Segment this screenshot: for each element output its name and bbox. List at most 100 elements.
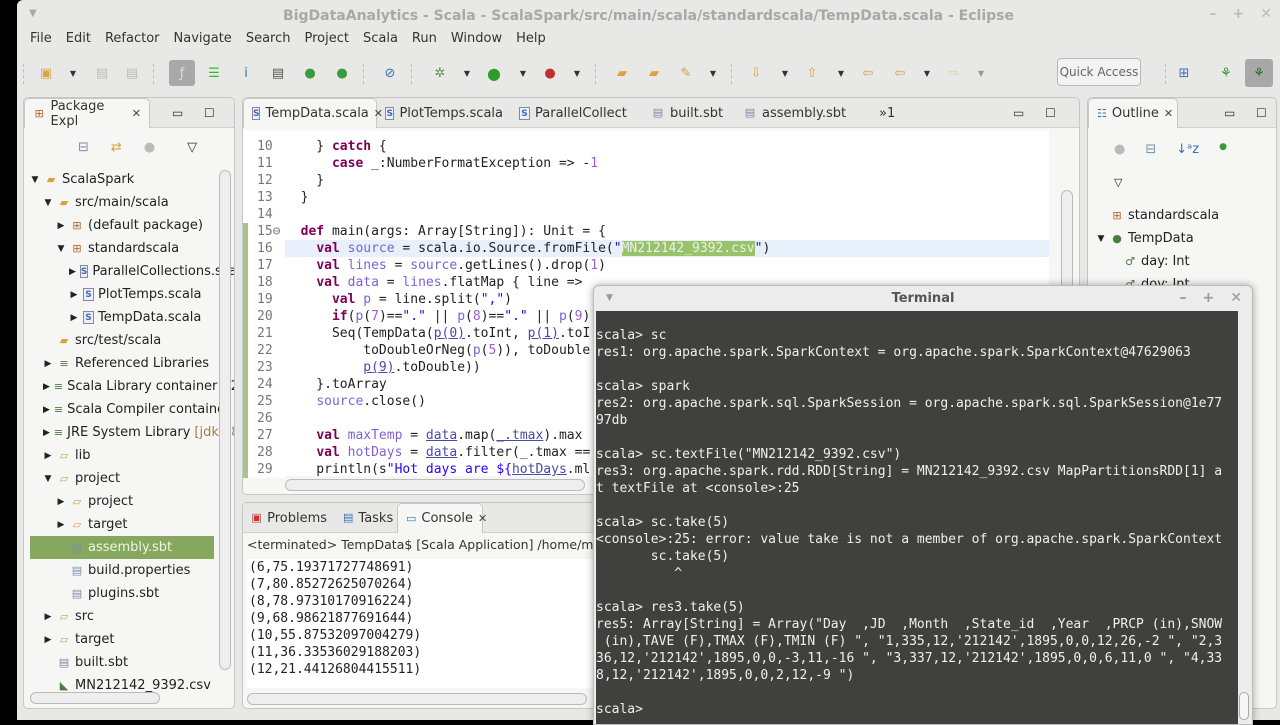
new-dropdown-icon[interactable]: ▼: [67, 62, 79, 84]
tab-outline[interactable]: ☷ Outline ✕: [1088, 98, 1178, 128]
run-scala-icon[interactable]: ●: [299, 62, 321, 84]
menu-navigate[interactable]: Navigate: [167, 28, 239, 50]
tree-item[interactable]: ▤ built.sbt: [30, 651, 214, 674]
menu-project[interactable]: Project: [297, 28, 355, 50]
external-tools-icon[interactable]: ●: [539, 62, 561, 84]
open-perspective-icon[interactable]: ⊞: [1173, 62, 1195, 84]
back-icon[interactable]: ⇦: [889, 62, 911, 84]
collapsed-arrow-icon[interactable]: ▶: [43, 635, 53, 645]
code-line[interactable]: 17 val lines = source.getLines().drop(1): [243, 257, 1049, 274]
tree-item[interactable]: ▼ ▰ src/main/scala: [30, 191, 214, 214]
tree-item[interactable]: ⊞ standardscala: [1096, 204, 1256, 227]
close-icon[interactable]: ✕: [132, 107, 141, 120]
java-perspective-icon[interactable]: ⚘: [1215, 62, 1237, 84]
close-icon[interactable]: ✕: [1164, 107, 1173, 120]
collapsed-arrow-icon[interactable]: ▶: [69, 290, 79, 300]
maximize-icon[interactable]: ☐: [204, 106, 215, 120]
minimize-button[interactable]: –: [1210, 6, 1217, 22]
editor-maximize-icon[interactable]: ☐: [1045, 106, 1056, 120]
minimize-icon[interactable]: ▭: [172, 106, 183, 120]
toggle-block-icon[interactable]: ☰: [203, 62, 225, 84]
tree-item[interactable]: ▶ ▱ target: [30, 628, 214, 651]
tab-problems[interactable]: ▣ Problems: [243, 503, 335, 533]
expanded-arrow-icon[interactable]: ▼: [43, 198, 53, 208]
tab-package-explorer[interactable]: ⊞ Package Expl ✕: [24, 98, 150, 129]
external-tools-dropdown-icon[interactable]: ▼: [571, 62, 583, 84]
tree-item[interactable]: ▶ ▱ src: [30, 605, 214, 628]
tree-item[interactable]: ▶ ≡ Scala Compiler container [: [30, 398, 234, 421]
more-tabs-button[interactable]: »1: [871, 98, 903, 128]
tree-item[interactable]: ▼ ⊞ standardscala: [30, 237, 214, 260]
view-menu-icon[interactable]: ▽: [1114, 176, 1122, 189]
hide-non-public-icon[interactable]: ●: [1219, 142, 1227, 157]
code-line[interactable]: 12 }: [243, 172, 1049, 189]
code-line[interactable]: 10 } catch {: [243, 138, 1049, 155]
close-icon[interactable]: ✕: [478, 512, 487, 525]
tree-item[interactable]: ▤ plugins.sbt: [30, 582, 214, 605]
menu-run[interactable]: Run: [405, 28, 444, 50]
tab-tasks[interactable]: ▤ Tasks: [335, 503, 397, 533]
code-line[interactable]: 15⊖ def main(args: Array[String]): Unit …: [243, 223, 1049, 240]
code-line[interactable]: 16 val source = scala.io.Source.fromFile…: [243, 240, 1049, 257]
document-icon[interactable]: ▤: [267, 62, 289, 84]
tab-console[interactable]: ▭ Console ✕: [397, 503, 487, 533]
tree-item[interactable]: ▤ build.properties: [30, 559, 214, 582]
collapsed-arrow-icon[interactable]: ▶: [56, 520, 66, 530]
previous-annotation-icon[interactable]: ⇧: [801, 62, 823, 84]
save-all-icon[interactable]: ▤: [121, 62, 143, 84]
tree-item[interactable]: ▶ ≡ Referenced Libraries: [30, 352, 214, 375]
last-edit-icon[interactable]: ⇦: [857, 62, 879, 84]
code-line[interactable]: 14: [243, 206, 1049, 223]
collapsed-arrow-icon[interactable]: ▶: [43, 359, 53, 369]
tree-item[interactable]: ▶ ▱ lib: [30, 444, 214, 467]
debug-icon[interactable]: ✲: [429, 62, 451, 84]
maximize-icon[interactable]: ☐: [1256, 106, 1267, 120]
hide-fields-icon[interactable]: ●: [1114, 142, 1125, 157]
tree-item[interactable]: ▤ assembly.sbt: [30, 536, 214, 559]
skip-breakpoints-icon[interactable]: ⊘: [379, 62, 401, 84]
tree-item[interactable]: ▰ src/test/scala: [30, 329, 214, 352]
close-button[interactable]: ✕: [1260, 6, 1272, 22]
collapsed-arrow-icon[interactable]: ▶: [56, 497, 66, 507]
expanded-arrow-icon[interactable]: ▼: [30, 175, 40, 185]
expanded-arrow-icon[interactable]: ▼: [43, 474, 53, 484]
menu-file[interactable]: File: [23, 28, 59, 50]
run-dropdown-icon[interactable]: ▼: [517, 62, 529, 84]
info-icon[interactable]: i: [235, 62, 257, 84]
forward-icon[interactable]: ⇨: [943, 62, 965, 84]
save-icon[interactable]: ▤: [91, 62, 113, 84]
tree-item[interactable]: ▶ ≡ Scala Library container [ 2.: [30, 375, 234, 398]
debug-dropdown-icon[interactable]: ▼: [461, 62, 473, 84]
menu-refactor[interactable]: Refactor: [98, 28, 167, 50]
open-folder-icon[interactable]: ▰: [643, 62, 665, 84]
menu-edit[interactable]: Edit: [59, 28, 98, 50]
maximize-button[interactable]: +: [1233, 6, 1245, 22]
collapsed-arrow-icon[interactable]: ▶: [69, 267, 76, 277]
filters-icon[interactable]: ●: [144, 140, 155, 155]
tree-item[interactable]: ▶ ▱ project: [30, 490, 214, 513]
toggle-mark-occurrences-icon[interactable]: ƒ: [169, 60, 195, 86]
window-menu-icon[interactable]: ▼: [29, 8, 37, 19]
terminal-minimize-button[interactable]: –: [1180, 290, 1187, 306]
minimize-icon[interactable]: ▭: [1224, 106, 1235, 120]
expanded-arrow-icon[interactable]: ▼: [56, 244, 66, 254]
open-type-icon[interactable]: ▰: [611, 62, 633, 84]
collapsed-arrow-icon[interactable]: ▶: [43, 405, 50, 415]
package-explorer-hscroll[interactable]: [30, 692, 160, 704]
code-line[interactable]: 13 }: [243, 189, 1049, 206]
menu-help[interactable]: Help: [509, 28, 553, 50]
tree-item[interactable]: ▶ S ParallelCollections.sca: [30, 260, 234, 283]
back-dropdown-icon[interactable]: ▼: [921, 62, 933, 84]
terminal-close-button[interactable]: ✕: [1230, 290, 1242, 306]
menu-window[interactable]: Window: [444, 28, 509, 50]
editor-tab[interactable]: S TempData.scala ✕: [243, 98, 383, 128]
collapsed-arrow-icon[interactable]: ▶: [56, 221, 66, 231]
collapsed-arrow-icon[interactable]: ▶: [43, 428, 50, 438]
editor-tab[interactable]: ▤ built.sbt: [643, 98, 735, 128]
editor-tab[interactable]: S PlotTemps.scala: [377, 98, 511, 128]
tree-item[interactable]: ▶ ⊞ (default package): [30, 214, 214, 237]
tree-item[interactable]: ▼ ● TempData: [1096, 227, 1256, 250]
collapse-all-icon[interactable]: ⊟: [1145, 142, 1156, 157]
code-line[interactable]: 11 case _:NumberFormatException => -1: [243, 155, 1049, 172]
editor-tab[interactable]: ▤ assembly.sbt: [735, 98, 859, 128]
